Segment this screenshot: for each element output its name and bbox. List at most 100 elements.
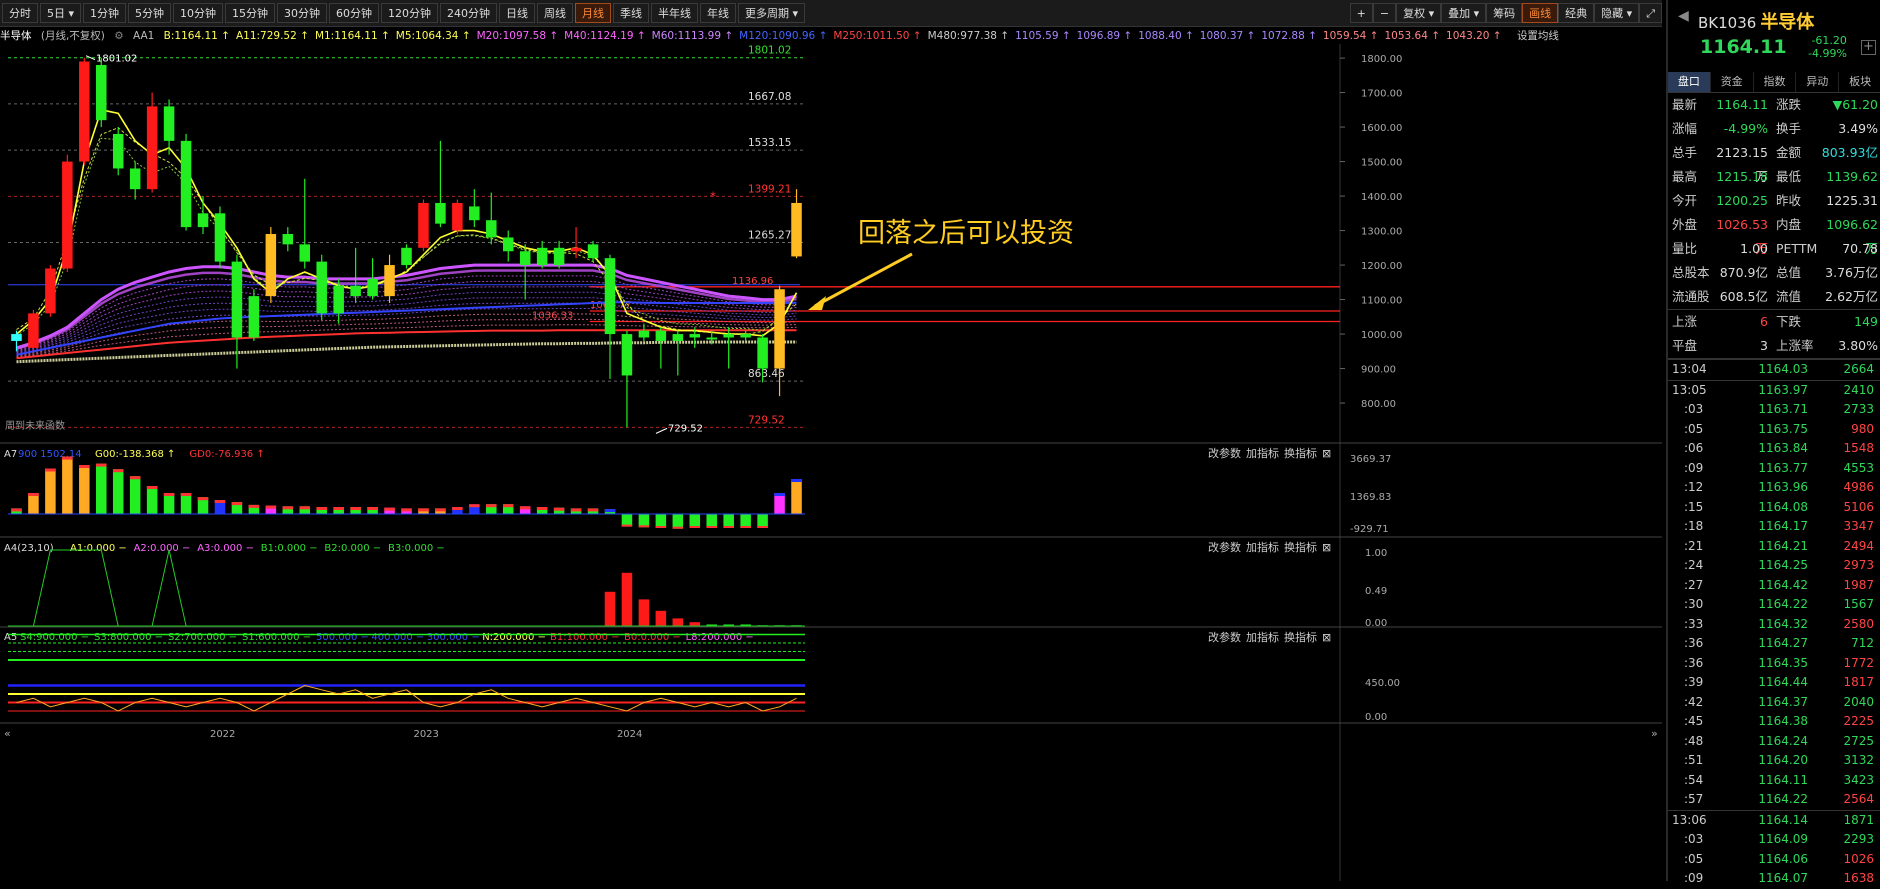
period-tab-1[interactable]: 5日 ▾ xyxy=(40,3,82,23)
tick-row: :24 1164.25 2973 xyxy=(1668,556,1880,576)
close-panel-icon[interactable]: ⊠ xyxy=(1322,541,1331,554)
tick-time: :06 xyxy=(1684,441,1704,455)
field-value: 608.5亿 xyxy=(1719,289,1768,304)
period-tab-12[interactable]: 月线 xyxy=(575,3,612,23)
quote-tab-4[interactable]: 板块 xyxy=(1839,72,1880,92)
tick-volume: 3423 xyxy=(1843,772,1874,787)
quote-tab-3[interactable]: 异动 xyxy=(1796,72,1840,92)
ma-gray-line xyxy=(16,340,797,364)
candle-body xyxy=(502,237,514,252)
chart-mode[interactable]: (月线,不复权) xyxy=(41,30,105,42)
tick-row: :12 1163.96 4986 xyxy=(1668,478,1880,498)
tick-volume: 2293 xyxy=(1843,832,1874,846)
indicator-button[interactable]: 改参数 xyxy=(1208,446,1241,460)
kline-chart[interactable]: 800.00 900.00 1000.00 1100.00 1200.00 1300.00… xyxy=(0,44,1662,881)
close-panel-icon[interactable]: ⊠ xyxy=(1322,447,1331,460)
ind2-label: B1:0.000 − xyxy=(261,543,318,554)
period-tab-9[interactable]: 240分钟 xyxy=(440,3,498,23)
period-tab-4[interactable]: 10分钟 xyxy=(173,3,224,23)
tick-list[interactable]: 13:04 1164.03 2664 13:05 1163.97 2410:03 1163.… xyxy=(1668,358,1880,889)
period-tab-0[interactable]: 分时 xyxy=(2,3,38,23)
quote-row: 总手 2123.15万 金额 803.93亿 xyxy=(1668,141,1880,184)
zoom-in-button[interactable]: + xyxy=(1349,3,1373,23)
tick-price: 1163.71 xyxy=(1758,402,1808,416)
ind1-cap xyxy=(418,508,429,512)
add-watchlist-icon[interactable]: + xyxy=(1861,40,1876,55)
ind1-bar xyxy=(96,463,107,514)
period-tab-16[interactable]: 更多周期 ▾ xyxy=(738,3,806,23)
tick-row: 13:05 1163.97 2410 xyxy=(1668,379,1880,401)
quote-row: 最新 1164.11 涨跌 ▼61.20 xyxy=(1668,93,1880,117)
period-tab-6[interactable]: 30分钟 xyxy=(277,3,328,23)
indicator-button[interactable]: 加指标 xyxy=(1246,446,1279,460)
chart-area[interactable]: 800.00 900.00 1000.00 1100.00 1200.00 1300.00… xyxy=(0,44,1662,881)
quote-tab-0[interactable]: 盘口 xyxy=(1668,72,1711,92)
period-tab-11[interactable]: 周线 xyxy=(537,3,574,23)
indicator-button[interactable]: 换指标 xyxy=(1284,540,1317,554)
ind3-title: A5 xyxy=(4,632,17,643)
tool-button-2[interactable]: 筹码 xyxy=(1486,3,1523,23)
ind1-cap xyxy=(621,524,633,527)
indicator-aa1[interactable]: AA1 xyxy=(133,30,154,42)
field-value: 1.00 xyxy=(1740,241,1768,256)
ma-item: 1059.54 ↑ xyxy=(1322,30,1379,42)
settings-gear-icon[interactable]: ⚙ xyxy=(114,30,123,42)
tick-row: :54 1164.11 3423 xyxy=(1668,771,1880,791)
prev-arrow-icon[interactable]: ◀ xyxy=(1678,8,1689,24)
quote-panel: ◀ BK1036 半导体 1164.11 -61.20 -4.99% + 盘口 资金指… xyxy=(1666,0,1880,885)
period-tab-14[interactable]: 半年线 xyxy=(651,3,699,23)
ind1-title: A7 xyxy=(4,449,17,460)
indicator-button[interactable]: 加指标 xyxy=(1246,540,1279,554)
period-tab-13[interactable]: 季线 xyxy=(613,3,650,23)
tool-button-5[interactable]: 隐藏 ▾ xyxy=(1594,3,1640,23)
field-value: 1026.53万 xyxy=(1716,217,1768,256)
period-tab-15[interactable]: 年线 xyxy=(700,3,737,23)
tick-price: 1164.06 xyxy=(1758,851,1808,866)
tick-volume: 1772 xyxy=(1843,655,1874,670)
quote-tab-2[interactable]: 指数 xyxy=(1754,72,1797,92)
price-tick-label: 1800.00 xyxy=(1361,54,1402,65)
indicator-button[interactable]: 换指标 xyxy=(1284,630,1317,644)
period-tab-5[interactable]: 15分钟 xyxy=(225,3,276,23)
period-tab-10[interactable]: 日线 xyxy=(499,3,536,23)
ma-item: 1053.64 ↑ xyxy=(1384,30,1441,42)
tick-volume: 1567 xyxy=(1843,597,1874,611)
tick-time: :45 xyxy=(1684,714,1704,728)
indicator-button[interactable]: 改参数 xyxy=(1208,630,1241,644)
tool-button-4[interactable]: 经典 xyxy=(1558,3,1595,23)
indicator-button[interactable]: 加指标 xyxy=(1246,630,1279,644)
tool-button-1[interactable]: 叠加 ▾ xyxy=(1441,3,1487,23)
candle-body xyxy=(112,133,124,169)
indicator-button[interactable]: 换指标 xyxy=(1284,446,1317,460)
ind1-cap xyxy=(570,508,582,512)
ma-settings-button[interactable]: 设置均线 xyxy=(1517,30,1559,42)
period-tab-2[interactable]: 1分钟 xyxy=(83,3,127,23)
last-price: 1164.11 xyxy=(1700,36,1787,58)
tool-button-0[interactable]: 复权 ▾ xyxy=(1396,3,1442,23)
tick-price: 1164.14 xyxy=(1758,812,1808,827)
low-label: 729.52 xyxy=(668,423,703,434)
ind3-tick: 450.00 xyxy=(1365,678,1400,689)
candle-body xyxy=(689,334,701,338)
tick-price: 1164.37 xyxy=(1758,694,1808,709)
close-panel-icon[interactable]: ⊠ xyxy=(1322,631,1331,644)
quote-tab-1[interactable]: 资金 xyxy=(1711,72,1754,92)
period-tab-7[interactable]: 60分钟 xyxy=(329,3,380,23)
ind3-label: B1:100.000 − xyxy=(550,632,620,643)
level-label: 1399.21 xyxy=(748,183,791,195)
quote-row: 量比 1.00 PETTM 70.78 xyxy=(1668,237,1880,261)
tick-price: 1164.24 xyxy=(1758,733,1808,748)
tick-time: :57 xyxy=(1684,792,1704,806)
indicator-button[interactable]: 改参数 xyxy=(1208,540,1241,554)
ind1-cap xyxy=(401,508,412,512)
fullscreen-icon[interactable]: ⤢ xyxy=(1639,3,1662,23)
period-tab-3[interactable]: 5分钟 xyxy=(128,3,172,23)
tool-button-3[interactable]: 画线 xyxy=(1522,3,1559,23)
zoom-out-button[interactable]: − xyxy=(1372,3,1397,23)
ind1-cap xyxy=(299,506,311,510)
candle-body xyxy=(469,206,480,221)
tick-volume: 2580 xyxy=(1843,616,1874,631)
period-tab-8[interactable]: 120分钟 xyxy=(381,3,439,23)
quote-row: 总股本 870.9亿 总值 3.76万亿 xyxy=(1668,261,1880,285)
ind1-tick: 1369.83 xyxy=(1350,492,1391,503)
